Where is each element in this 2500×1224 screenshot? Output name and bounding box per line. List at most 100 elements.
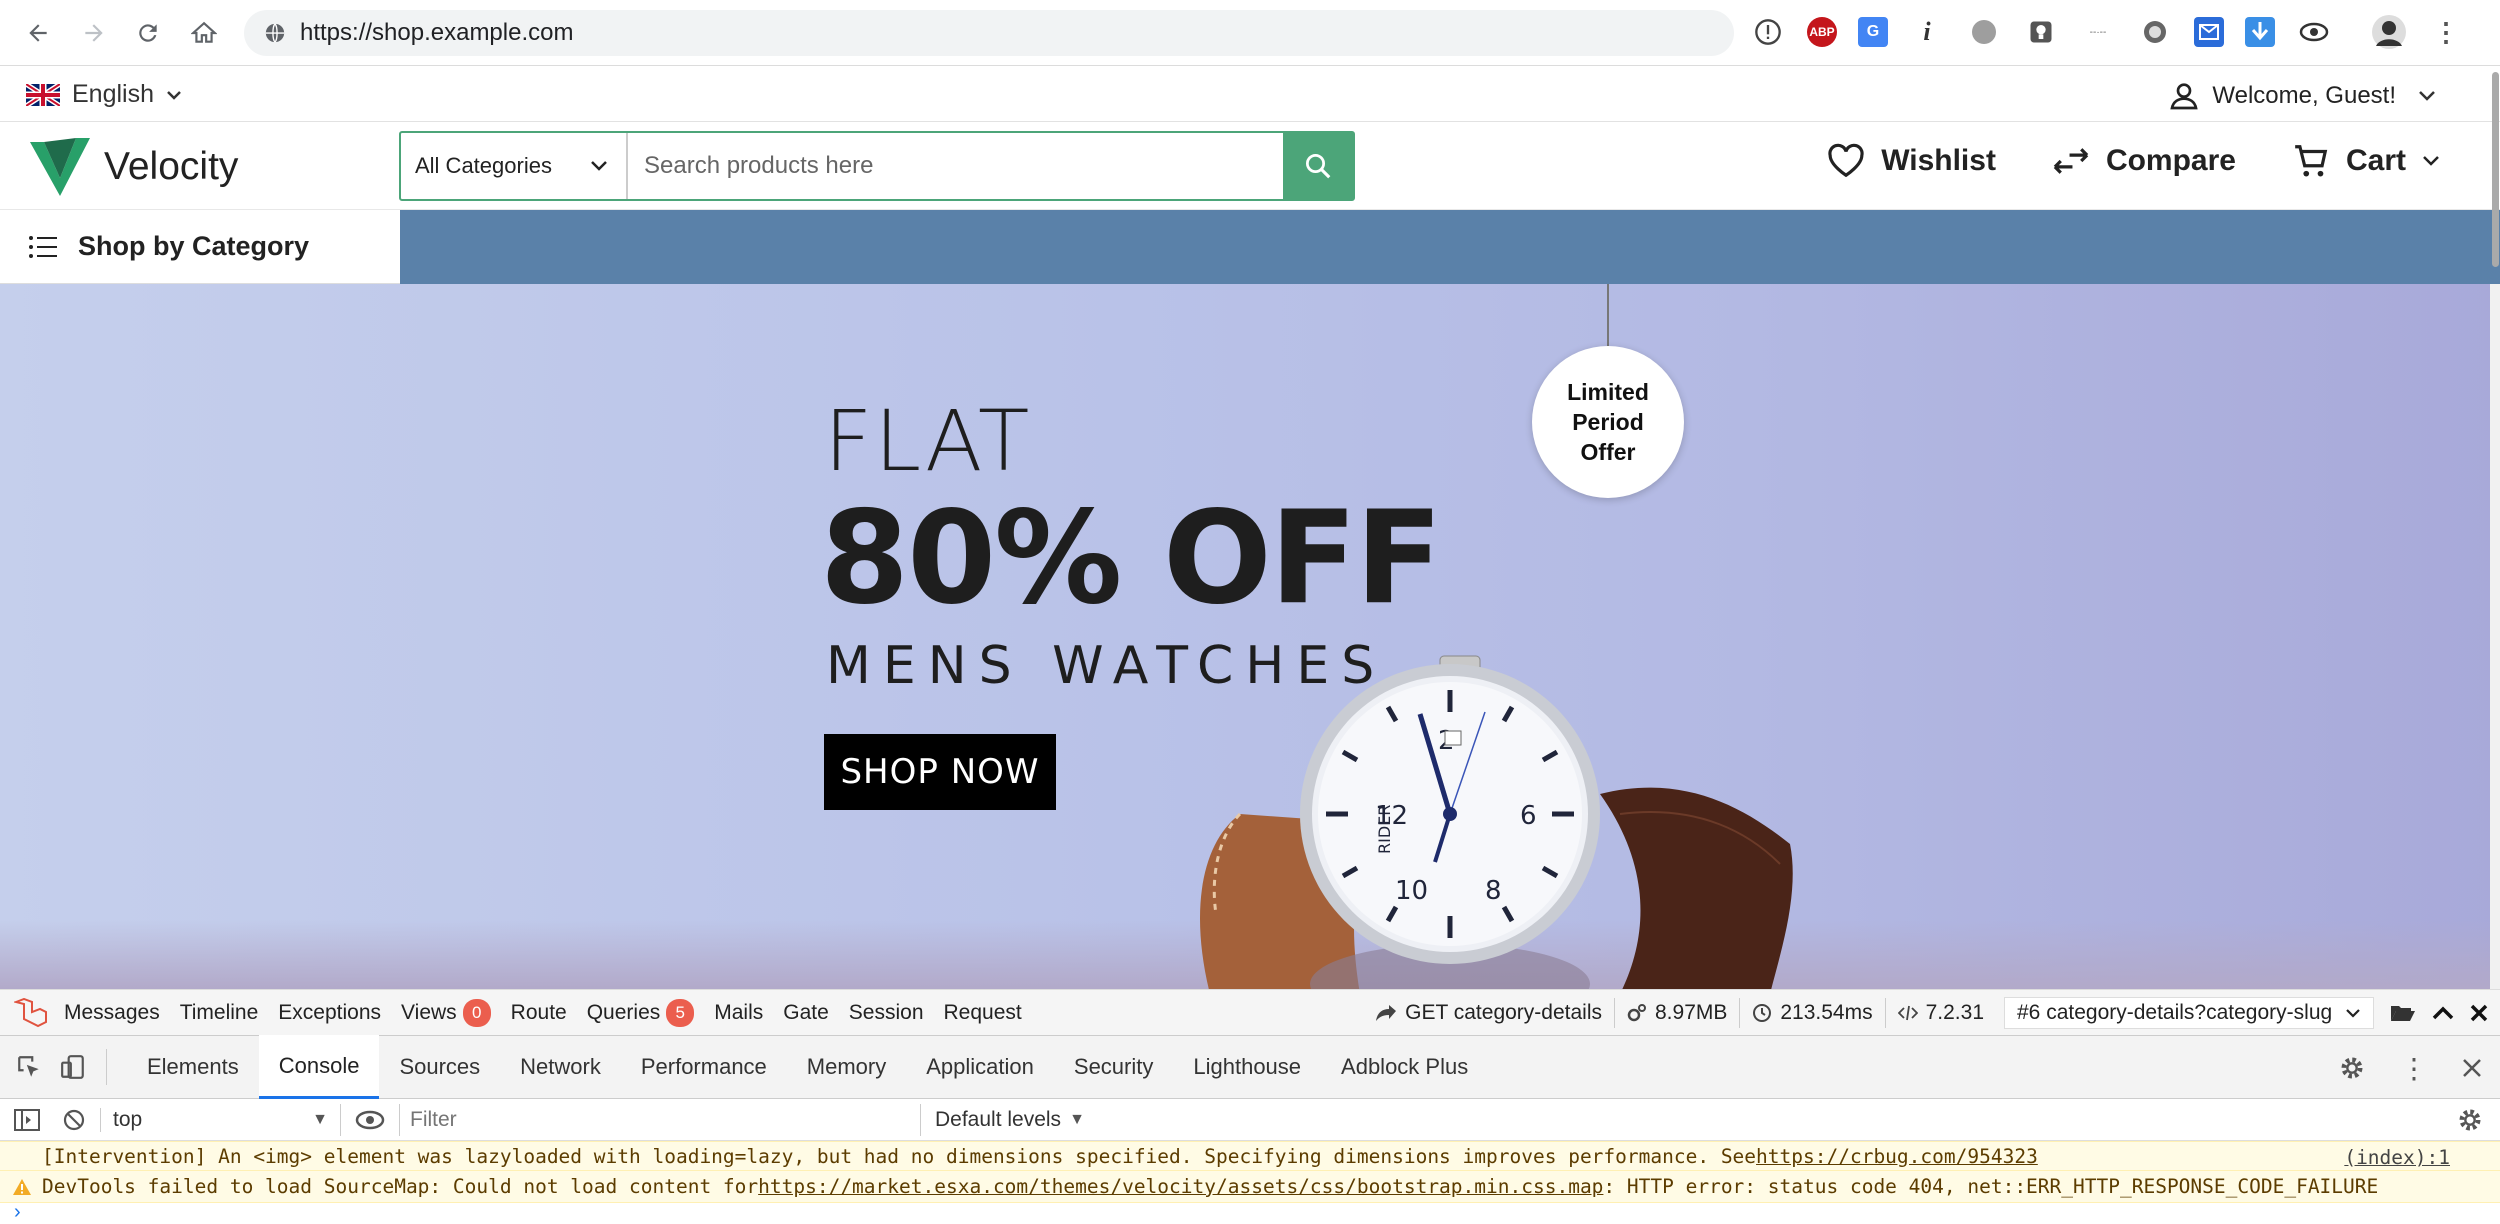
- device-toolbar-icon[interactable]: [54, 1049, 107, 1085]
- bulb-icon[interactable]: [2023, 14, 2059, 50]
- cart-icon: [2295, 145, 2328, 177]
- devtools-tab-security[interactable]: Security: [1054, 1035, 1173, 1099]
- more-options-icon[interactable]: ⋮: [2400, 1052, 2428, 1085]
- list-menu-icon: [29, 235, 57, 258]
- debug-tab-mails[interactable]: Mails: [714, 1001, 763, 1025]
- console-toolbar: top ▼ Default levels ▼: [0, 1099, 2500, 1141]
- debug-tab-session[interactable]: Session: [849, 1001, 924, 1025]
- compare-label: Compare: [2105, 144, 2236, 177]
- devtools-tab-lighthouse[interactable]: Lighthouse: [1173, 1035, 1321, 1099]
- menu-kebab-icon[interactable]: ⋮: [2428, 14, 2464, 50]
- console-message-link[interactable]: https://market.esxa.com/themes/velocity/…: [758, 1175, 1603, 1198]
- search-bar: All Categories: [399, 131, 1355, 201]
- close-devtools-icon[interactable]: [2462, 1058, 2482, 1078]
- gray-circle-icon[interactable]: [1966, 14, 2002, 50]
- mail-icon[interactable]: [2194, 17, 2224, 47]
- chevron-up-icon[interactable]: [2424, 1006, 2462, 1020]
- console-source-link[interactable]: (index):1: [2344, 1146, 2450, 1169]
- close-icon[interactable]: [2462, 1004, 2500, 1022]
- debug-tab-request[interactable]: Request: [944, 1001, 1022, 1025]
- home-button[interactable]: [186, 15, 222, 51]
- code-icon: [1897, 1005, 1918, 1021]
- debug-tab-label: Exceptions: [278, 1000, 382, 1024]
- console-message-text: [Intervention] An <img> element was lazy…: [42, 1144, 1757, 1168]
- info-icon[interactable]: [1750, 14, 1786, 50]
- adblock-icon[interactable]: ABP: [1807, 17, 1837, 47]
- reload-button[interactable]: [130, 15, 166, 51]
- category-select[interactable]: All Categories: [401, 133, 628, 199]
- devtools-tab-adblock-plus[interactable]: Adblock Plus: [1321, 1035, 1488, 1099]
- debug-tab-gate[interactable]: Gate: [783, 1001, 829, 1025]
- search-input[interactable]: [628, 133, 1283, 199]
- hero-banner[interactable]: FLAT 80% OFF MENS WATCHES SHOP NOW Limit…: [0, 284, 2500, 990]
- laravel-debugbar: Messages Timeline Exceptions Views 0 Rout…: [0, 989, 2500, 1035]
- back-button[interactable]: [20, 15, 56, 51]
- language-label: English: [72, 80, 154, 108]
- forward-button[interactable]: [76, 15, 112, 51]
- cart-link[interactable]: Cart: [2292, 142, 2440, 180]
- half-circle-icon[interactable]: [2137, 14, 2173, 50]
- account-menu[interactable]: Welcome, Guest!: [2168, 80, 2436, 112]
- search-button[interactable]: [1283, 133, 1353, 199]
- debug-tab-label: Views: [401, 1000, 457, 1024]
- globe-icon: [265, 23, 285, 43]
- request-route-label: GET category-details: [1405, 1001, 1602, 1024]
- debug-tab-exceptions[interactable]: Exceptions: [278, 1001, 381, 1025]
- dropdown-triangle-icon: ▼: [312, 1110, 328, 1128]
- debug-tab-messages[interactable]: Messages: [64, 1001, 160, 1025]
- context-select[interactable]: top ▼: [101, 1103, 341, 1136]
- debug-tab-label: Queries: [586, 1000, 661, 1024]
- php-version-stat: 7.2.31: [1884, 998, 1996, 1028]
- debug-tab-route[interactable]: Route: [511, 1001, 567, 1025]
- chevron-down-icon: [2423, 156, 2439, 166]
- live-expression-eye-icon[interactable]: [341, 1103, 400, 1136]
- heart-icon: [1828, 143, 1864, 178]
- compare-link[interactable]: Compare: [2052, 144, 2236, 178]
- download-arrow-icon[interactable]: [2245, 17, 2275, 47]
- prompt-chevron-icon: ›: [14, 1201, 21, 1223]
- devtools-tab-application[interactable]: Application: [906, 1035, 1054, 1099]
- devtools-tab-performance[interactable]: Performance: [621, 1035, 787, 1099]
- log-levels-select[interactable]: Default levels ▼: [920, 1103, 1099, 1136]
- settings-gear-icon[interactable]: [2338, 1054, 2366, 1082]
- chevron-down-icon: [591, 161, 607, 171]
- translate-icon[interactable]: G: [1858, 17, 1888, 47]
- language-selector[interactable]: English: [26, 80, 182, 109]
- clear-console-icon[interactable]: [54, 1107, 101, 1132]
- compare-arrows-icon: [2053, 148, 2089, 174]
- request-history-select[interactable]: #6 category-details?category-slug: [2004, 997, 2374, 1029]
- uk-flag-icon: [26, 83, 60, 106]
- debug-tab-views[interactable]: Views 0: [401, 998, 491, 1027]
- laravel-logo-icon[interactable]: [14, 997, 50, 1028]
- devtools-tab-memory[interactable]: Memory: [787, 1035, 906, 1099]
- italic-i-icon[interactable]: i: [1909, 14, 1945, 50]
- logo[interactable]: Velocity: [30, 138, 238, 196]
- sidebar-toggle-icon[interactable]: [0, 1108, 54, 1131]
- debug-tab-queries[interactable]: Queries 5: [586, 998, 695, 1027]
- page-scrollbar-track[interactable]: [2490, 284, 2500, 990]
- eye-icon[interactable]: [2296, 14, 2332, 50]
- page-scrollbar-thumb[interactable]: [2492, 72, 2499, 267]
- avatar-icon[interactable]: [2371, 14, 2407, 50]
- chevron-down-icon: [2346, 1009, 2361, 1018]
- console-settings-gear-icon[interactable]: [2456, 1106, 2484, 1134]
- shop-now-button[interactable]: SHOP NOW: [824, 734, 1056, 810]
- dash-text-icon[interactable]: --·--: [2080, 14, 2116, 50]
- console-filter-input[interactable]: [400, 1103, 920, 1136]
- console-prompt[interactable]: ›: [0, 1201, 2500, 1224]
- devtools-tab-network[interactable]: Network: [500, 1035, 621, 1099]
- watch-brand-text: RIDER: [1375, 805, 1394, 854]
- inspect-element-icon[interactable]: [0, 1054, 54, 1080]
- wishlist-link[interactable]: Wishlist: [1827, 143, 1996, 179]
- svg-text:8: 8: [1485, 876, 1502, 906]
- devtools-tab-elements[interactable]: Elements: [127, 1035, 259, 1099]
- devtools-tab-sources[interactable]: Sources: [379, 1035, 500, 1099]
- console-message-link[interactable]: https://crbug.com/954323: [1756, 1145, 2038, 1168]
- devtools-tab-console[interactable]: Console: [258, 1035, 380, 1099]
- debug-tab-timeline[interactable]: Timeline: [180, 1001, 259, 1025]
- folder-open-icon[interactable]: [2382, 1003, 2424, 1023]
- shop-by-category-button[interactable]: Shop by Category: [0, 210, 400, 284]
- category-select-label: All Categories: [415, 153, 552, 178]
- banner-flat-text: FLAT: [824, 392, 1032, 490]
- address-bar[interactable]: https://shop.example.com: [244, 10, 1734, 56]
